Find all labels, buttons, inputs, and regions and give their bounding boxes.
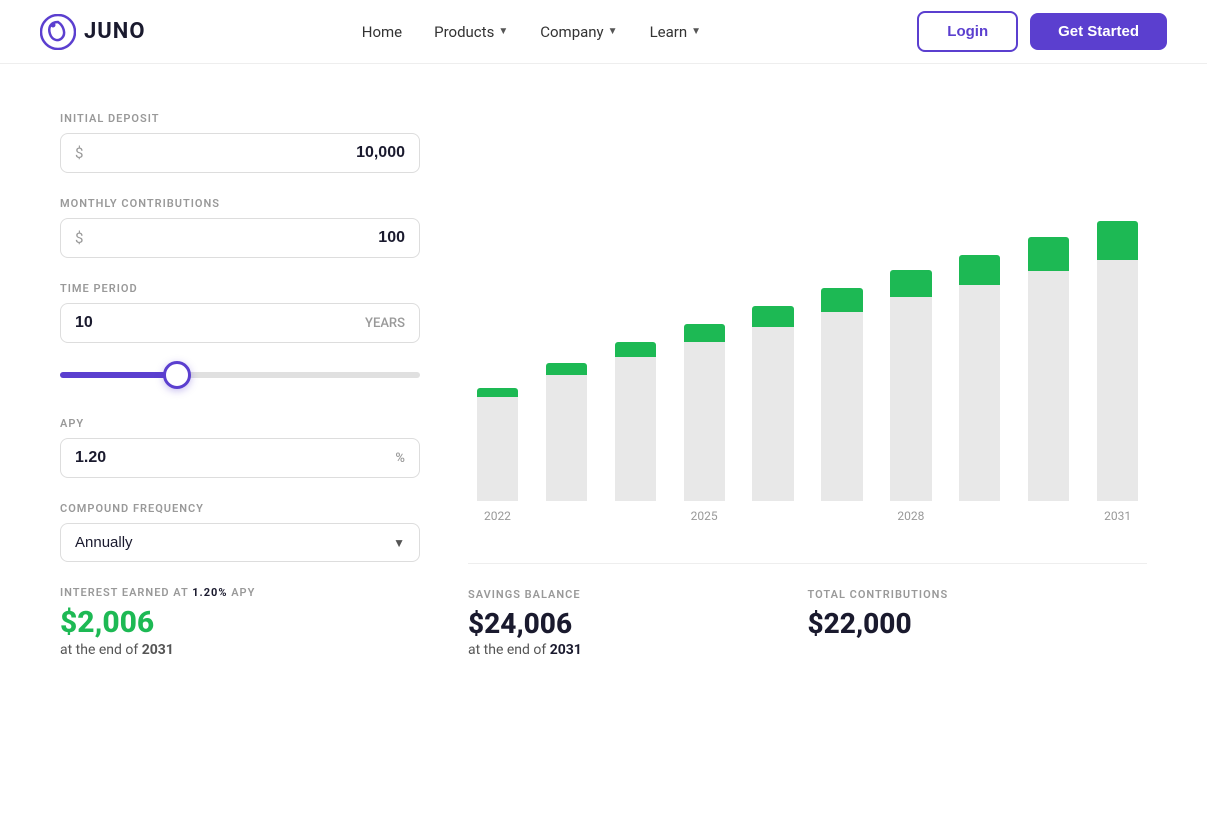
compound-frequency-group: COMPOUND FREQUENCY Annually Monthly Dail…	[60, 502, 420, 562]
bar-interest-2024	[615, 342, 656, 357]
compound-frequency-select-wrapper[interactable]: Annually Monthly Daily ▼	[60, 523, 420, 562]
total-contributions-stat: TOTAL CONTRIBUTIONS $22,000	[808, 588, 1148, 658]
time-period-input-wrapper: YEARS	[60, 303, 420, 343]
apy-label: APY	[60, 417, 420, 430]
savings-balance-stat: SAVINGS BALANCE $24,006 at the end of 20…	[468, 588, 808, 658]
bar-group-2028: 2028	[881, 270, 940, 523]
chevron-down-icon: ▼	[498, 26, 508, 37]
nav-home[interactable]: Home	[362, 23, 402, 41]
get-started-button[interactable]: Get Started	[1030, 13, 1167, 50]
bar-group-2027: 2027	[813, 288, 872, 523]
savings-balance-label: SAVINGS BALANCE	[468, 588, 808, 601]
monthly-contributions-label: MONTHLY CONTRIBUTIONS	[60, 197, 420, 210]
bar-principal-2025	[684, 342, 725, 501]
chevron-down-icon: ▼	[691, 26, 701, 37]
initial-deposit-label: INITIAL DEPOSIT	[60, 112, 420, 125]
navbar: JUNO Home Products ▼ Company ▼ Learn ▼ L…	[0, 0, 1207, 64]
time-period-label: TIME PERIOD	[60, 282, 420, 295]
chevron-down-icon: ▼	[608, 26, 618, 37]
bar-principal-2028	[890, 297, 931, 501]
bar-principal-2023	[546, 375, 587, 501]
bar-principal-2029	[959, 285, 1000, 501]
bar-interest-2026	[752, 306, 793, 327]
years-suffix: YEARS	[365, 316, 405, 331]
nav-learn[interactable]: Learn ▼	[650, 23, 701, 41]
navbar-links: Home Products ▼ Company ▼ Learn ▼	[362, 23, 701, 41]
savings-balance-sub: at the end of 2031	[468, 642, 808, 658]
nav-products[interactable]: Products ▼	[434, 23, 508, 41]
apy-input[interactable]	[75, 449, 395, 467]
bar-group-2030: 2030	[1019, 237, 1078, 523]
dollar-icon-2: $	[75, 229, 83, 247]
bottom-stats: SAVINGS BALANCE $24,006 at the end of 20…	[468, 563, 1147, 658]
bar-group-2031: 2031	[1088, 221, 1147, 523]
bar-interest-2027	[821, 288, 862, 312]
bar-label-2028: 2028	[897, 509, 924, 523]
interest-label: INTEREST EARNED AT	[60, 586, 188, 599]
bar-chart: 2022 20232024 2025 20262027 2028 20292030 2031	[468, 132, 1147, 555]
percent-suffix: %	[395, 451, 405, 466]
bar-interest-2023	[546, 363, 587, 375]
interest-apy: 1.20%	[192, 586, 227, 599]
apy-group: APY %	[60, 417, 420, 478]
bar-group-2026: 2026	[744, 306, 803, 523]
bar-label-2031: 2031	[1104, 509, 1131, 523]
bar-principal-2026	[752, 327, 793, 501]
bar-interest-2028	[890, 270, 931, 297]
monthly-contributions-input-wrapper: $	[60, 218, 420, 258]
savings-balance-value: $24,006	[468, 607, 808, 640]
compound-frequency-label: COMPOUND FREQUENCY	[60, 502, 420, 515]
logo[interactable]: JUNO	[40, 14, 145, 50]
dollar-icon: $	[75, 144, 83, 162]
interest-apy-suffix: APY	[231, 586, 255, 599]
bar-label-2022: 2022	[484, 509, 511, 523]
bar-principal-2022	[477, 397, 518, 501]
logo-text: JUNO	[84, 19, 145, 44]
time-period-input[interactable]	[75, 314, 365, 332]
bar-group-2024: 2024	[606, 342, 665, 523]
bar-interest-2022	[477, 388, 518, 397]
bar-group-2029: 2029	[950, 255, 1009, 523]
bar-principal-2024	[615, 357, 656, 501]
interest-value: $2,006	[60, 605, 420, 640]
time-period-slider[interactable]	[60, 372, 420, 378]
interest-sub: at the end of 2031	[60, 642, 420, 658]
interest-result: INTEREST EARNED AT 1.20% APY $2,006 at t…	[60, 586, 420, 658]
bar-interest-2029	[959, 255, 1000, 285]
chevron-down-icon: ▼	[393, 536, 405, 550]
bar-principal-2027	[821, 312, 862, 501]
bar-group-2025: 2025	[675, 324, 734, 523]
main-content: INITIAL DEPOSIT $ MONTHLY CONTRIBUTIONS …	[0, 64, 1207, 706]
bar-principal-2030	[1028, 271, 1069, 501]
bar-interest-2031	[1097, 221, 1138, 260]
left-panel: INITIAL DEPOSIT $ MONTHLY CONTRIBUTIONS …	[60, 112, 420, 658]
bar-label-2025: 2025	[691, 509, 718, 523]
navbar-actions: Login Get Started	[917, 11, 1167, 52]
bar-interest-2025	[684, 324, 725, 342]
monthly-contributions-input[interactable]	[91, 229, 405, 247]
total-contributions-value: $22,000	[808, 607, 1148, 640]
nav-company[interactable]: Company ▼	[540, 23, 617, 41]
apy-input-wrapper: %	[60, 438, 420, 478]
bar-group-2022: 2022	[468, 388, 527, 523]
initial-deposit-group: INITIAL DEPOSIT $	[60, 112, 420, 173]
total-contributions-label: TOTAL CONTRIBUTIONS	[808, 588, 1148, 601]
initial-deposit-input-wrapper: $	[60, 133, 420, 173]
bar-interest-2030	[1028, 237, 1069, 271]
bar-group-2023: 2023	[537, 363, 596, 523]
right-panel: 2022 20232024 2025 20262027 2028 20292030 2031…	[468, 112, 1147, 658]
compound-frequency-select[interactable]: Annually Monthly Daily	[75, 534, 393, 551]
login-button[interactable]: Login	[917, 11, 1018, 52]
time-period-group: TIME PERIOD YEARS	[60, 282, 420, 393]
initial-deposit-input[interactable]	[91, 144, 405, 162]
bar-principal-2031	[1097, 260, 1138, 501]
monthly-contributions-group: MONTHLY CONTRIBUTIONS $	[60, 197, 420, 258]
